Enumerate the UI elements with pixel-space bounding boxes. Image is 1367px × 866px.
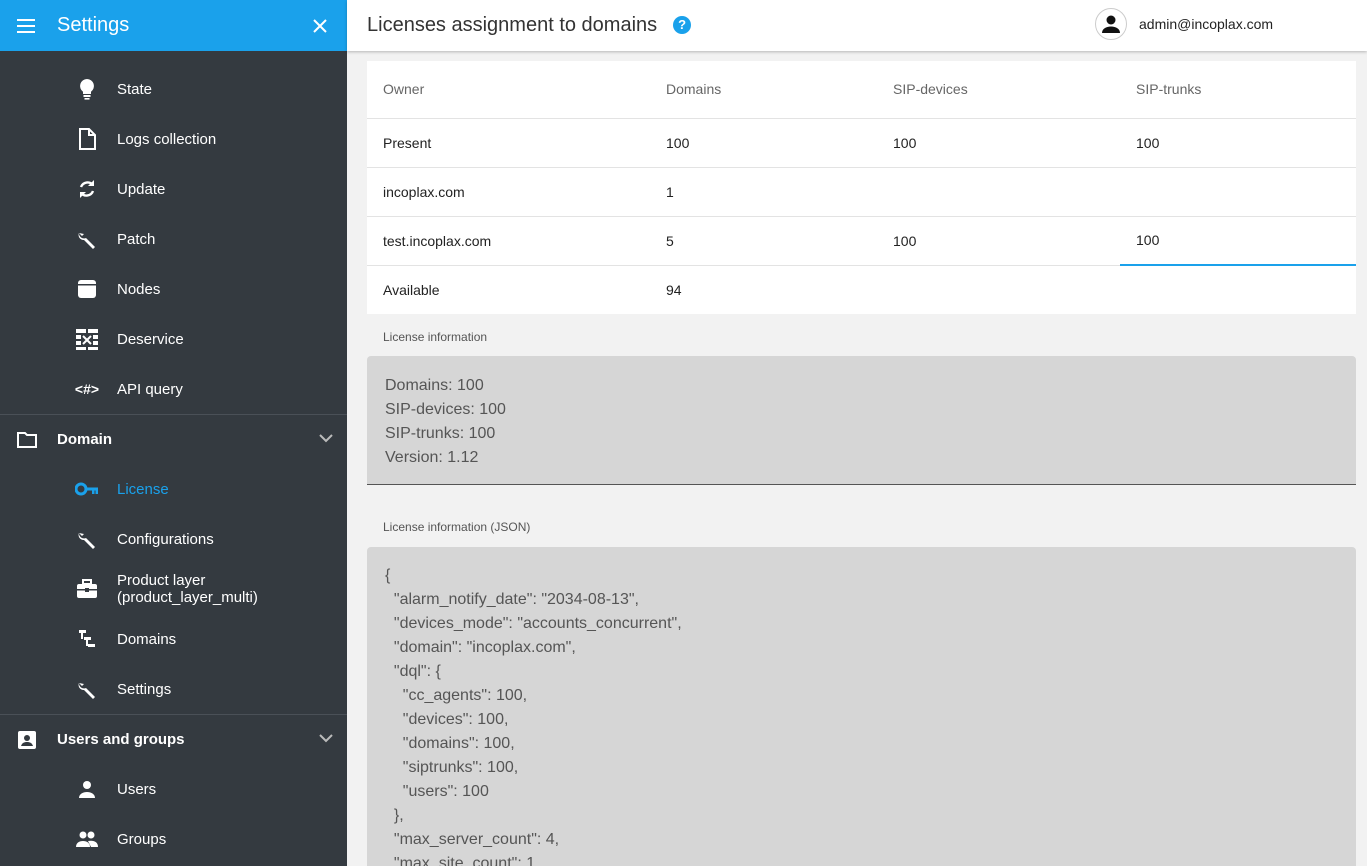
- sidebar-group-label: Users and groups: [57, 731, 185, 748]
- wrench-icon: [74, 676, 100, 702]
- person-icon: [1102, 15, 1120, 33]
- license-json-box[interactable]: { "alarm_notify_date": "2034-08-13", "de…: [367, 547, 1356, 866]
- sidebar-item-update[interactable]: Update: [0, 164, 347, 214]
- sidebar-item-groups[interactable]: Groups: [0, 814, 347, 864]
- sidebar-header: Settings: [0, 0, 347, 51]
- sidebar-item-patch[interactable]: Patch: [0, 214, 347, 264]
- column-header-sip-devices: SIP-devices: [877, 61, 1120, 119]
- table-cell-editable[interactable]: [877, 167, 1120, 217]
- code-icon: <#>: [74, 381, 100, 397]
- sidebar-item-license[interactable]: License: [0, 464, 347, 514]
- page-title: Licenses assignment to domains: [367, 14, 658, 36]
- sidebar-item-configurations[interactable]: Configurations: [0, 514, 347, 564]
- help-icon[interactable]: ?: [673, 15, 692, 34]
- license-info-label: License information: [383, 330, 488, 344]
- sidebar-item-deservice[interactable]: Deservice: [0, 314, 347, 364]
- sidebar-item-label: Settings: [117, 680, 172, 698]
- top-bar: Licenses assignment to domains ? admin@i…: [347, 0, 1367, 51]
- table-cell: 100: [1120, 118, 1356, 168]
- user-name: admin@incoplax.com: [1139, 16, 1274, 32]
- table-cell: [877, 265, 1120, 314]
- column-header-sip-trunks: SIP-trunks: [1120, 61, 1356, 119]
- column-header-domains: Domains: [650, 61, 877, 119]
- table-cell: 100: [877, 118, 1120, 168]
- table-header-row: Owner Domains SIP-devices SIP-trunks: [367, 61, 1356, 119]
- table-cell: [1120, 265, 1356, 314]
- license-json-label: License information (JSON): [383, 520, 531, 534]
- table-cell: incoplax.com: [367, 167, 650, 217]
- tree-icon: [74, 626, 100, 652]
- group-icon: [74, 826, 100, 852]
- sidebar-item-label: Deservice: [117, 330, 184, 348]
- avatar: [1095, 8, 1127, 40]
- key-icon: [74, 476, 100, 502]
- sidebar-item-product-layer[interactable]: Product layer (product_layer_multi): [0, 564, 347, 614]
- sidebar-title: Settings: [57, 14, 130, 36]
- sidebar-item-label: Product layer (product_layer_multi): [117, 572, 258, 606]
- sidebar-item-domains[interactable]: Domains: [0, 614, 347, 664]
- lightbulb-icon: [74, 76, 100, 102]
- table-cell: Present: [367, 118, 650, 168]
- license-table: Owner Domains SIP-devices SIP-trunks Pre…: [367, 61, 1356, 314]
- sidebar-item-settings[interactable]: Settings: [0, 664, 347, 714]
- folder-icon: [16, 429, 38, 451]
- sidebar-item-label: Patch: [117, 230, 156, 248]
- table-row: incoplax.com 1: [367, 167, 1356, 217]
- sidebar-item-label: Nodes: [117, 280, 161, 298]
- sync-icon: [74, 176, 100, 202]
- wrench-icon: [74, 226, 100, 252]
- contact-icon: [16, 729, 38, 751]
- close-icon[interactable]: [309, 15, 331, 37]
- sidebar-group-users[interactable]: Users and groups: [0, 714, 347, 764]
- chevron-down-icon[interactable]: [319, 430, 333, 447]
- table-cell-editable[interactable]: [1120, 167, 1356, 217]
- sidebar-item-label: Groups: [117, 830, 167, 848]
- table-cell: Available: [383, 281, 440, 298]
- sidebar-item-state[interactable]: State: [0, 64, 347, 114]
- sidebar-item-logs[interactable]: Logs collection: [0, 114, 347, 164]
- sidebar-item-label: Users: [117, 780, 157, 798]
- sidebar-item-api-query[interactable]: <#> API query: [0, 364, 347, 414]
- sidebar-group-domain[interactable]: Domain: [0, 414, 347, 464]
- wrench-icon: [74, 526, 100, 552]
- table-cell: 94: [666, 281, 682, 298]
- sidebar-item-label: License: [117, 480, 169, 498]
- table-row: Available 94: [367, 265, 1356, 314]
- table-cell-editable[interactable]: 1: [650, 167, 877, 217]
- table-cell: test.incoplax.com: [367, 216, 650, 266]
- license-info-line: SIP-trunks: 100: [385, 425, 496, 442]
- sidebar-item-users[interactable]: Users: [0, 764, 347, 814]
- file-icon: [74, 126, 100, 152]
- sidebar-item-label: State: [117, 80, 153, 98]
- sidebar-item-label: Logs collection: [117, 130, 217, 148]
- table-cell-editable[interactable]: 5: [650, 216, 877, 266]
- box-icon: [74, 276, 100, 302]
- sidebar-item-nodes[interactable]: Nodes: [0, 264, 347, 314]
- column-header-owner: Owner: [367, 61, 650, 119]
- briefcase-icon: [74, 576, 100, 602]
- chevron-down-icon[interactable]: [319, 730, 333, 747]
- table-row: Present 100 100 100: [367, 118, 1356, 168]
- sidebar-item-label: Configurations: [117, 530, 214, 548]
- sidebar: Settings State Logs collection Update Pa…: [0, 0, 347, 866]
- sidebar-item-label: Domains: [117, 630, 177, 648]
- person-icon: [74, 776, 100, 802]
- table-cell: 100: [650, 118, 877, 168]
- table-cell-editable[interactable]: 100: [877, 216, 1120, 266]
- menu-icon[interactable]: [16, 15, 38, 37]
- wall-icon: [74, 326, 100, 352]
- main-content: Owner Domains SIP-devices SIP-trunks Pre…: [367, 61, 1356, 866]
- license-info-box[interactable]: Domains: 100 SIP-devices: 100 SIP-trunks…: [367, 356, 1356, 485]
- license-info-line: SIP-devices: 100: [385, 401, 506, 418]
- sidebar-item-label: Update: [117, 180, 166, 198]
- license-info-line: Version: 1.12: [385, 449, 479, 466]
- sidebar-item-label: API query: [117, 380, 183, 398]
- table-row: test.incoplax.com 5 100 100: [367, 216, 1356, 266]
- sidebar-group-label: Domain: [57, 431, 113, 448]
- user-menu[interactable]: admin@incoplax.com: [1095, 8, 1273, 40]
- license-info-line: Domains: 100: [385, 377, 484, 394]
- table-cell-editing[interactable]: 100: [1120, 216, 1356, 266]
